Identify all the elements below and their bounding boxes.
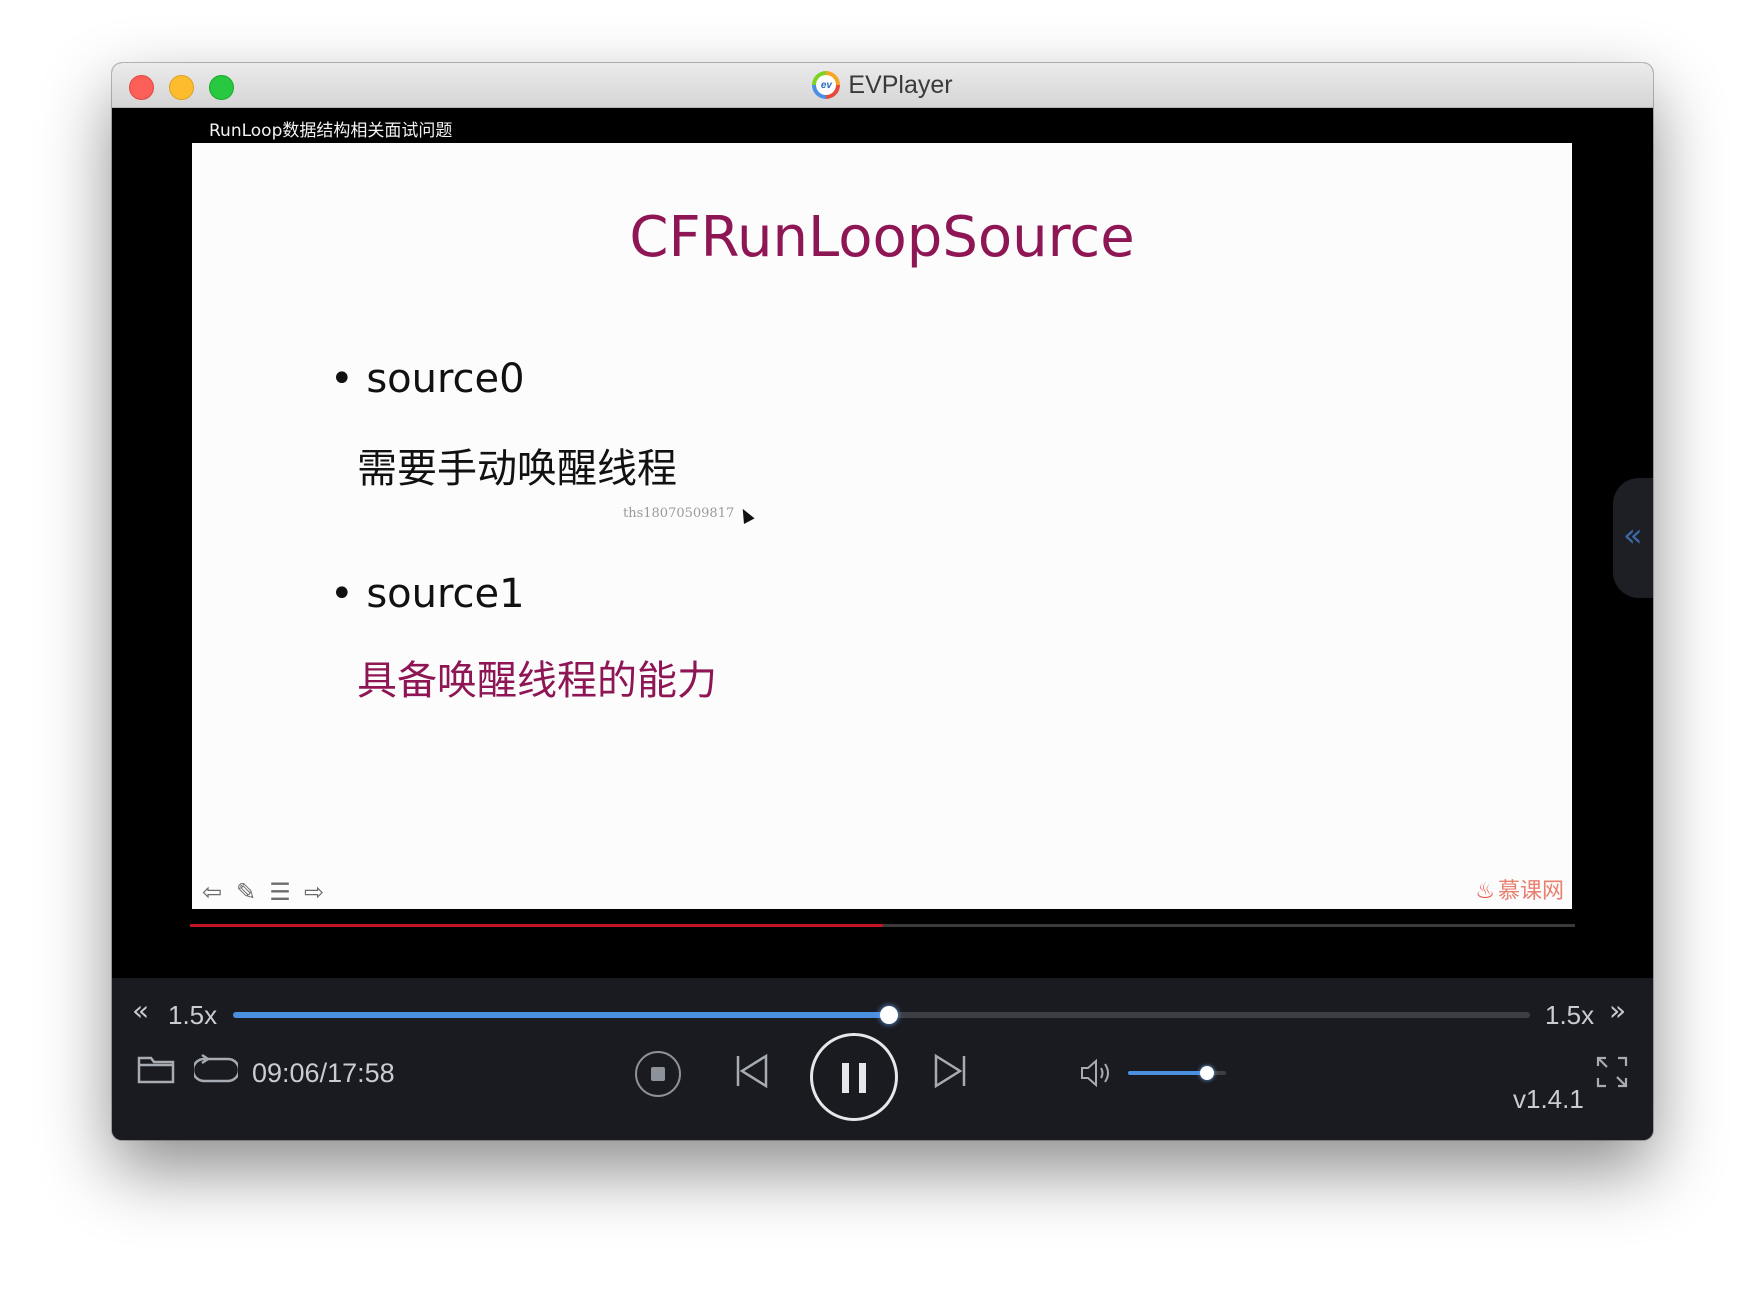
faster-speed-icon[interactable]: » — [1609, 994, 1626, 1027]
title-bar[interactable]: ev EVPlayer — [112, 63, 1653, 108]
bullet-source1-description: 具备唤醒线程的能力 — [357, 658, 717, 704]
video-progress-fill — [190, 924, 883, 927]
seek-handle[interactable] — [880, 1006, 899, 1024]
previous-button[interactable] — [734, 1053, 770, 1089]
open-folder-icon[interactable] — [137, 1054, 175, 1084]
bullet-source1: source1 — [330, 571, 524, 617]
speed-label-right: 1.5x — [1545, 1000, 1595, 1030]
title-wrap: ev EVPlayer — [112, 63, 1653, 107]
slide-pen-icon: ✎ — [235, 878, 257, 906]
volume-handle[interactable] — [1200, 1066, 1215, 1080]
speed-label-left: 1.5x — [168, 1000, 218, 1030]
pause-button[interactable] — [810, 1033, 898, 1121]
control-bar: « 1.5x 1.5x » 09:06/17:58 v1.4.1 — [112, 978, 1653, 1140]
slide: CFRunLoopSource source0 需要手动唤醒线程 ths1807… — [192, 143, 1572, 909]
slide-forward-arrow-icon: ⇨ — [303, 878, 325, 906]
video-area[interactable]: RunLoop数据结构相关面试问题 CFRunLoopSource source… — [112, 108, 1653, 978]
loop-icon[interactable] — [194, 1053, 238, 1087]
brand-logo: ♨ 慕课网 — [1475, 873, 1564, 905]
playlist-toggle[interactable]: « — [1613, 478, 1653, 598]
bullet-source0: source0 — [330, 356, 524, 402]
next-button[interactable] — [932, 1053, 968, 1089]
slide-back-arrow-icon: ⇦ — [201, 878, 223, 906]
double-chevron-left-icon: « — [1623, 516, 1643, 554]
seek-fill — [233, 1012, 890, 1018]
volume-icon[interactable] — [1079, 1058, 1115, 1088]
viewer-watermark: ths18070509817 — [623, 506, 735, 521]
slide-toolbar: ⇦ ✎ ☰ ⇨ — [198, 877, 328, 907]
flame-icon: ♨ — [1475, 879, 1495, 904]
volume-slider[interactable] — [1128, 1066, 1226, 1080]
fullscreen-icon[interactable] — [1596, 1056, 1628, 1088]
window-title: EVPlayer — [848, 70, 953, 99]
slower-speed-icon[interactable]: « — [132, 994, 149, 1027]
volume-fill — [1128, 1071, 1208, 1075]
slide-menu-icon: ☰ — [269, 878, 291, 906]
stop-button[interactable] — [635, 1051, 681, 1097]
video-progress-bar[interactable] — [190, 924, 1575, 927]
mouse-cursor-icon — [737, 506, 755, 524]
version-label: v1.4.1 — [1513, 1084, 1584, 1114]
app-logo-icon: ev — [812, 71, 841, 99]
time-display: 09:06/17:58 — [252, 1058, 395, 1088]
video-caption: RunLoop数据结构相关面试问题 — [209, 121, 453, 141]
bullet-source0-description: 需要手动唤醒线程 — [357, 446, 677, 492]
slide-title: CFRunLoopSource — [629, 205, 1135, 270]
player-window: ev EVPlayer RunLoop数据结构相关面试问题 CFRunLoopS… — [112, 63, 1653, 1140]
seek-bar[interactable] — [233, 1006, 1530, 1024]
brand-text: 慕课网 — [1497, 879, 1564, 904]
